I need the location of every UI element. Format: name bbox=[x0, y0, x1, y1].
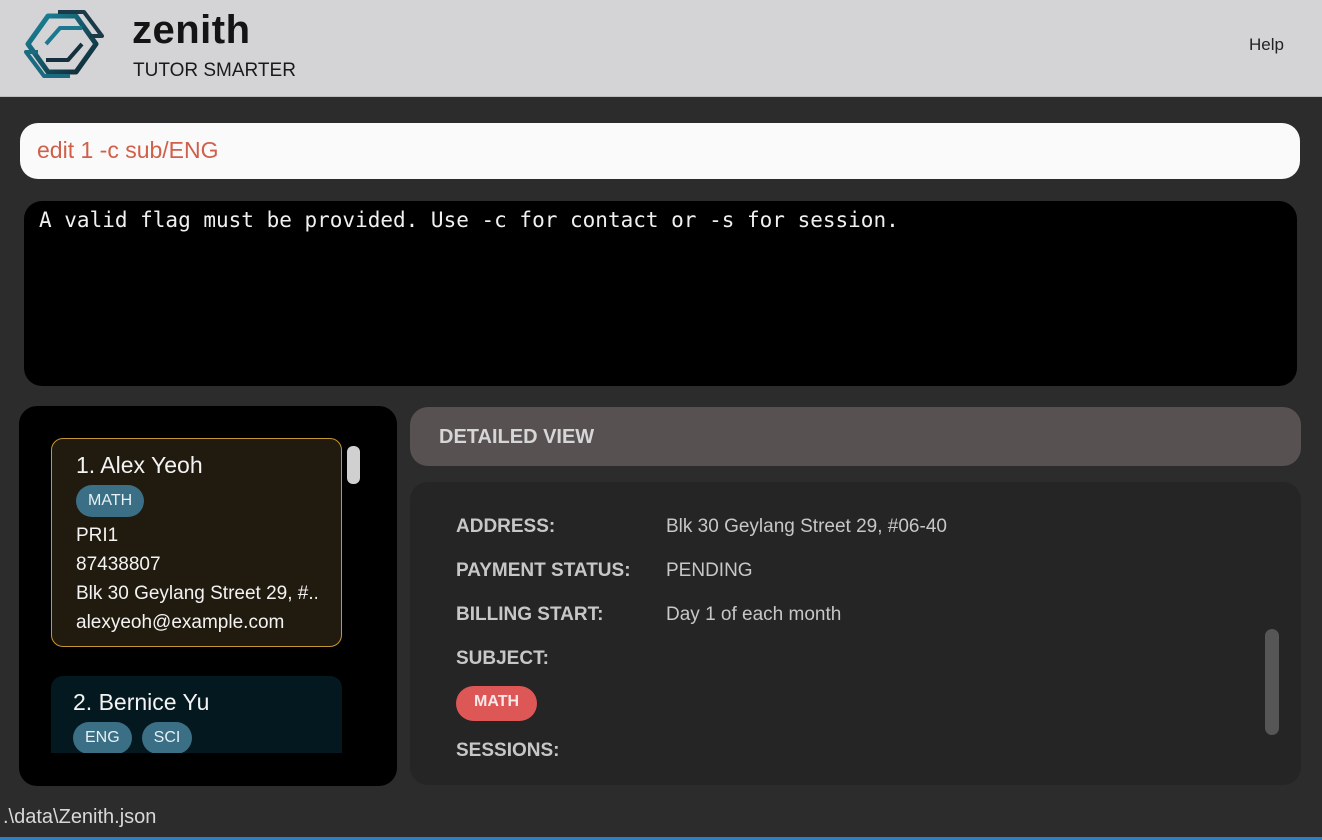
detail-billing-value: Day 1 of each month bbox=[666, 604, 842, 625]
detail-view-title: DETAILED VIEW bbox=[410, 407, 1301, 466]
detail-sessions-label: SESSIONS: bbox=[456, 740, 560, 761]
status-bar-path: .\data\Zenith.json bbox=[0, 804, 1322, 840]
contact-email: alexyeoh@example.com bbox=[76, 612, 285, 633]
detail-view-panel: ADDRESS: Blk 30 Geylang Street 29, #06-4… bbox=[410, 482, 1301, 785]
detail-scrollbar[interactable] bbox=[1265, 629, 1279, 735]
app-header: zenith TUTOR SMARTER Help bbox=[0, 0, 1322, 97]
contact-list-panel: 1. Alex Yeoh MATH PRI1 87438807 Blk 30 G… bbox=[19, 406, 397, 786]
command-input[interactable]: edit 1 -c sub/ENG bbox=[20, 123, 1300, 179]
help-menu[interactable]: Help bbox=[1249, 35, 1284, 55]
contact-phone: 87438807 bbox=[76, 554, 161, 575]
contact-level: PRI1 bbox=[76, 525, 119, 546]
detail-subject-label: SUBJECT: bbox=[456, 648, 549, 669]
contact-card-1[interactable]: 1. Alex Yeoh MATH PRI1 87438807 Blk 30 G… bbox=[51, 438, 342, 647]
app-tagline: TUTOR SMARTER bbox=[133, 60, 296, 81]
contact-list-scrollbar[interactable] bbox=[347, 446, 360, 484]
subject-tag: SCI bbox=[141, 722, 193, 753]
zenith-logo-icon bbox=[24, 10, 104, 78]
result-display: A valid flag must be provided. Use -c fo… bbox=[24, 201, 1297, 386]
contact-tags: MATH bbox=[76, 485, 317, 517]
detail-payment-value: PENDING bbox=[666, 560, 753, 581]
app-name: zenith bbox=[132, 8, 251, 52]
contact-name: 1. Alex Yeoh bbox=[76, 452, 203, 478]
subject-tag: MATH bbox=[76, 485, 145, 517]
contact-name: 2. Bernice Yu bbox=[73, 689, 210, 715]
detail-payment-label: PAYMENT STATUS: bbox=[456, 560, 631, 581]
detail-subject-tag: MATH bbox=[456, 686, 538, 721]
contact-address: Blk 30 Geylang Street 29, #... bbox=[76, 583, 317, 604]
contact-list[interactable]: 1. Alex Yeoh MATH PRI1 87438807 Blk 30 G… bbox=[19, 406, 397, 753]
subject-tag: ENG bbox=[73, 722, 132, 753]
contact-tags: ENG SCI bbox=[73, 722, 318, 753]
detail-address-value: Blk 30 Geylang Street 29, #06-40 bbox=[666, 516, 947, 537]
contact-card-2[interactable]: 2. Bernice Yu ENG SCI bbox=[51, 676, 342, 753]
detail-address-label: ADDRESS: bbox=[456, 516, 556, 537]
detail-billing-label: BILLING START: bbox=[456, 604, 604, 625]
